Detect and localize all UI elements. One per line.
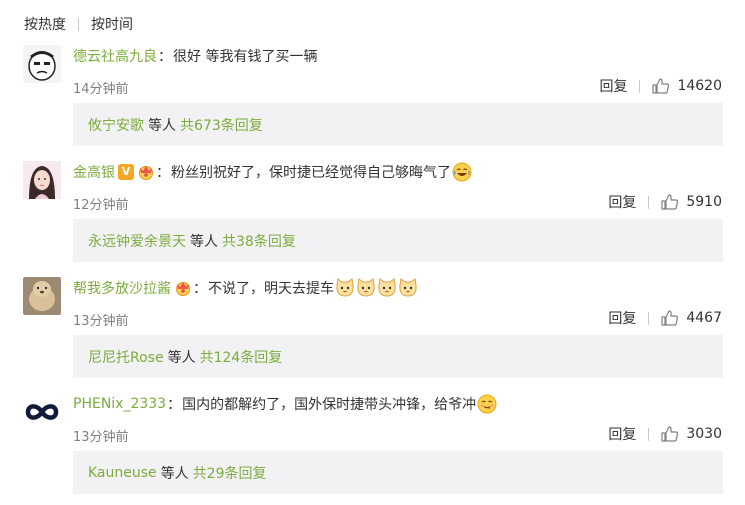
thumbs-up-icon (661, 194, 679, 210)
like-button[interactable]: 14620 (652, 78, 722, 94)
sub-reply-users[interactable]: 永远钟爱余景天 (88, 231, 186, 251)
crown-badge (174, 280, 192, 296)
action-divider (648, 195, 650, 209)
comment-content: 德云社高九良：很好 等我有钱了买一辆 (73, 46, 317, 66)
thumbs-up-icon (661, 310, 679, 326)
vip-v-badge: V (118, 164, 134, 180)
sort-by-hot-tab[interactable]: 按热度 (24, 14, 66, 34)
reply-button[interactable]: 回复 (599, 76, 627, 96)
like-button[interactable]: 4467 (661, 310, 722, 326)
like-button[interactable]: 5910 (661, 194, 722, 210)
thumbs-up-icon (661, 426, 679, 442)
reply-button[interactable]: 回复 (608, 308, 636, 328)
action-divider (648, 427, 650, 441)
timestamp: 13分钟前 (73, 314, 129, 329)
cat-emoji (399, 278, 417, 297)
timestamp: 12分钟前 (73, 198, 129, 213)
username-link[interactable]: 德云社高九良 (73, 46, 157, 66)
like-button[interactable]: 3030 (661, 426, 722, 442)
sub-reply-etc: 等人 (160, 465, 189, 482)
sort-by-time-tab[interactable]: 按时间 (91, 14, 133, 34)
sub-reply-etc: 等人 (148, 117, 176, 134)
timestamp: 13分钟前 (73, 430, 129, 445)
comment-actions: 回复 4467 (608, 308, 722, 328)
comment-content: 金高银 V ：粉丝别祝好了，保时捷已经觉得自己够晦气了 (73, 162, 472, 182)
username-link[interactable]: 金高银 (73, 162, 115, 182)
sub-reply-users[interactable]: 尼尼托Rose (88, 347, 164, 367)
avatar[interactable] (23, 45, 61, 83)
comment-text: 国内的都解约了，国外保时捷带头冲锋，给爷冲 (182, 397, 477, 413)
comment-item: 德云社高九良：很好 等我有钱了买一辆 14分钟前 回复 14620 攸宁安歌 等人… (0, 45, 745, 146)
reply-button[interactable]: 回复 (608, 192, 636, 212)
sub-replies-box[interactable]: 尼尼托Rose 等人 共124条回复 (73, 335, 723, 378)
comment-actions: 回复 3030 (608, 424, 722, 444)
comment-item: PHENix_2333：国内的都解约了，国外保时捷带头冲锋，给爷冲 13分钟前 … (0, 393, 745, 494)
sub-replies-box[interactable]: 永远钟爱余景天 等人 共38条回复 (73, 219, 723, 262)
sub-replies-box[interactable]: 攸宁安歌 等人 共673条回复 (73, 103, 723, 146)
comment-content: 帮我多放沙拉酱 ：不说了，明天去提车 (73, 278, 418, 298)
crown-badge (137, 164, 155, 180)
sub-reply-etc: 等人 (167, 349, 196, 366)
comment-actions: 回复 5910 (608, 192, 722, 212)
username-link[interactable]: 帮我多放沙拉酱 (73, 278, 171, 298)
action-divider (648, 311, 650, 325)
action-divider (639, 79, 641, 93)
sub-reply-count-link[interactable]: 共124条回复 (200, 347, 283, 367)
avatar[interactable] (23, 393, 61, 431)
cat-emoji (336, 278, 354, 297)
like-count: 3030 (686, 426, 722, 442)
sort-tabs: 按热度 按时间 (24, 14, 133, 34)
sub-reply-users[interactable]: 攸宁安歌 (88, 115, 144, 135)
reply-button[interactable]: 回复 (608, 424, 636, 444)
like-count: 4467 (686, 310, 722, 326)
yum-emoji (477, 394, 497, 414)
timestamp: 14分钟前 (73, 82, 129, 97)
thumbs-up-icon (652, 78, 670, 94)
sub-reply-count-link[interactable]: 共38条回复 (222, 231, 296, 251)
like-count: 14620 (677, 78, 722, 94)
username-link[interactable]: PHENix_2333 (73, 396, 166, 412)
comment-item: 金高银 V ：粉丝别祝好了，保时捷已经觉得自己够晦气了 12分钟前 回复 591… (0, 161, 745, 262)
sub-replies-box[interactable]: Kauneuse 等人 共29条回复 (73, 451, 723, 494)
sub-reply-count-link[interactable]: 共29条回复 (193, 463, 267, 483)
sub-reply-users[interactable]: Kauneuse (88, 465, 157, 481)
sub-reply-etc: 等人 (190, 233, 218, 250)
comment-text: 不说了，明天去提车 (208, 281, 334, 297)
avatar[interactable] (23, 277, 61, 315)
comment-actions: 回复 14620 (599, 76, 722, 96)
comment-content: PHENix_2333：国内的都解约了，国外保时捷带头冲锋，给爷冲 (73, 394, 497, 414)
laughing-emoji (452, 162, 472, 182)
avatar[interactable] (23, 161, 61, 199)
comment-text: 很好 等我有钱了买一辆 (173, 49, 318, 65)
like-count: 5910 (686, 194, 722, 210)
tab-divider (78, 17, 79, 31)
comment-text: 粉丝别祝好了，保时捷已经觉得自己够晦气了 (171, 165, 451, 181)
cat-emoji (357, 278, 375, 297)
comment-item: 帮我多放沙拉酱 ：不说了，明天去提车 13分钟前 回复 4467 尼尼托Rose… (0, 277, 745, 378)
cat-emoji (378, 278, 396, 297)
sub-reply-count-link[interactable]: 共673条回复 (180, 115, 263, 135)
